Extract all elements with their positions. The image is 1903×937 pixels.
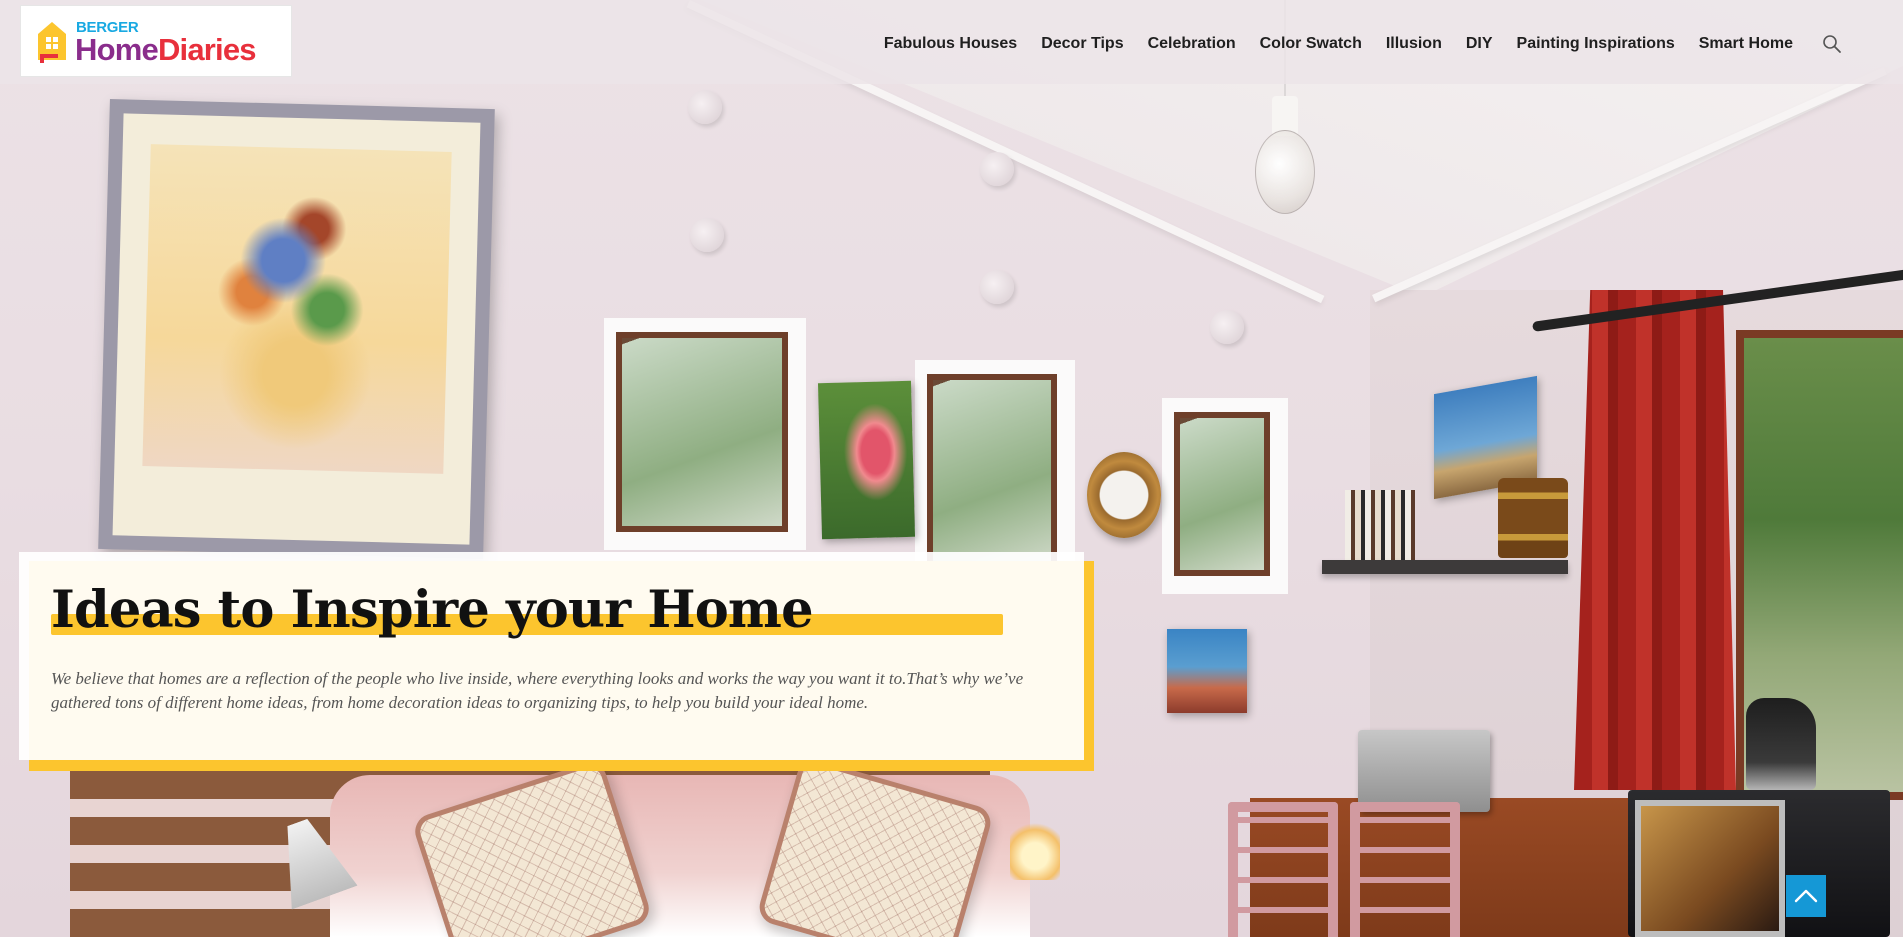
site-logo[interactable]: BERGER HomeDiaries (20, 5, 292, 77)
nav-item-fabulous-houses[interactable]: Fabulous Houses (884, 35, 1017, 53)
nav-item-illusion[interactable]: Illusion (1386, 35, 1442, 53)
hero-title: Ideas to Inspire your Home (51, 580, 814, 640)
logo-name-home: Home (75, 32, 159, 67)
chevron-up-icon (1794, 889, 1818, 903)
logo-name: HomeDiaries (75, 32, 257, 68)
house-logo-icon (38, 22, 66, 63)
nav-item-diy[interactable]: DIY (1466, 35, 1493, 53)
search-icon[interactable] (1822, 34, 1842, 54)
nav-item-painting-inspirations[interactable]: Painting Inspirations (1517, 35, 1675, 53)
wall-painting (98, 99, 495, 559)
logo-name-diaries: Diaries (157, 32, 257, 67)
nav-item-celebration[interactable]: Celebration (1148, 35, 1236, 53)
nav-item-decor-tips[interactable]: Decor Tips (1041, 35, 1123, 53)
hero-description: We believe that homes are a reflection o… (51, 669, 1024, 712)
hero-card: Ideas to Inspire your Home We believe th… (19, 552, 1084, 760)
nav-item-smart-home[interactable]: Smart Home (1699, 35, 1793, 53)
main-nav: Fabulous Houses Decor Tips Celebration C… (860, 0, 1793, 88)
site-header: BERGER HomeDiaries Fabulous Houses Decor… (0, 0, 1903, 84)
hero-background-image (0, 0, 1903, 937)
nav-item-color-swatch[interactable]: Color Swatch (1260, 35, 1362, 53)
back-to-top-button[interactable] (1786, 875, 1826, 917)
